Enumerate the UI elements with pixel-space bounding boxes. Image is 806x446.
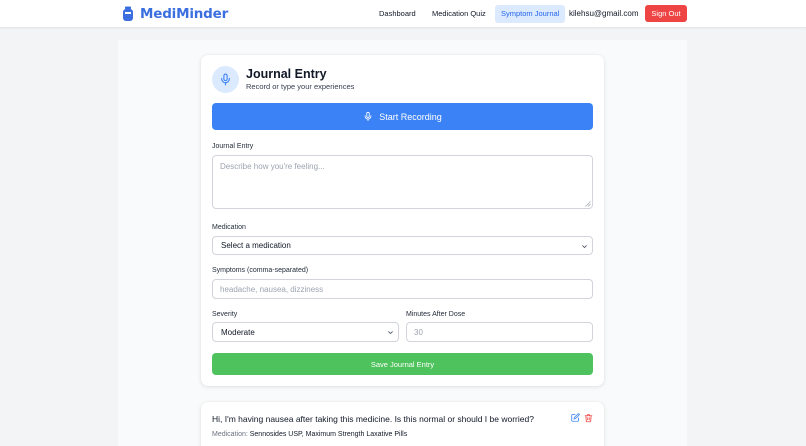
card-title: Journal Entry — [246, 67, 327, 81]
journal-entry-item: Hi, I'm having nausea after taking this … — [201, 402, 604, 446]
symptoms-label: Symptoms (comma-separated) — [212, 267, 309, 274]
save-journal-entry-button[interactable]: Save Journal Entry — [212, 353, 593, 375]
resize-grip-icon[interactable] — [585, 201, 591, 207]
start-recording-button[interactable]: Start Recording — [212, 103, 593, 130]
brand[interactable]: MediMinder — [122, 5, 228, 23]
entry-medication-value: Sennosides USP, Maximum Strength Laxativ… — [249, 431, 408, 438]
severity-label: Severity — [212, 311, 238, 318]
save-journal-entry-label: Save Journal Entry — [370, 359, 435, 369]
chevron-down-icon — [582, 245, 587, 249]
severity-select-value: Moderate — [221, 327, 255, 337]
minutes-after-dose-label: Minutes After Dose — [406, 311, 466, 318]
microphone-icon — [364, 111, 372, 122]
minutes-after-dose-input[interactable] — [406, 322, 593, 342]
medication-select[interactable]: Select a medication — [212, 236, 593, 255]
header-mic-badge — [212, 66, 239, 93]
nav-symptom-journal[interactable]: Symptom Journal — [495, 5, 566, 23]
symptoms-input[interactable] — [212, 279, 593, 299]
entry-medication: Medication: Sennosides USP, Maximum Stre… — [212, 431, 407, 438]
start-recording-label: Start Recording — [379, 111, 442, 122]
sign-out-button[interactable]: Sign Out — [645, 5, 687, 22]
severity-select[interactable]: Moderate — [212, 322, 399, 342]
chevron-down-icon — [388, 331, 393, 335]
entry-medication-label: Medication: — [212, 431, 248, 438]
entry-text: Hi, I'm having nausea after taking this … — [212, 414, 534, 424]
trash-icon[interactable] — [584, 413, 593, 423]
user-email: kilehsu@gmail.com — [569, 9, 639, 18]
card-subtitle: Record or type your experiences — [246, 82, 355, 91]
journal-entry-textarea[interactable] — [212, 155, 593, 209]
medication-label: Medication — [212, 224, 246, 231]
nav-medication-quiz[interactable]: Medication Quiz — [426, 5, 492, 23]
brand-name: MediMinder — [140, 6, 229, 22]
medication-select-value: Select a medication — [221, 241, 291, 250]
journal-entry-card: Journal Entry Record or type your experi… — [201, 55, 604, 386]
top-navbar: MediMinder Dashboard Medication Quiz Sym… — [0, 0, 806, 28]
pill-icon — [123, 6, 133, 21]
microphone-icon — [221, 73, 230, 86]
nav-dashboard[interactable]: Dashboard — [373, 5, 422, 23]
journal-entry-label: Journal Entry — [212, 143, 254, 150]
edit-icon[interactable] — [571, 413, 580, 422]
